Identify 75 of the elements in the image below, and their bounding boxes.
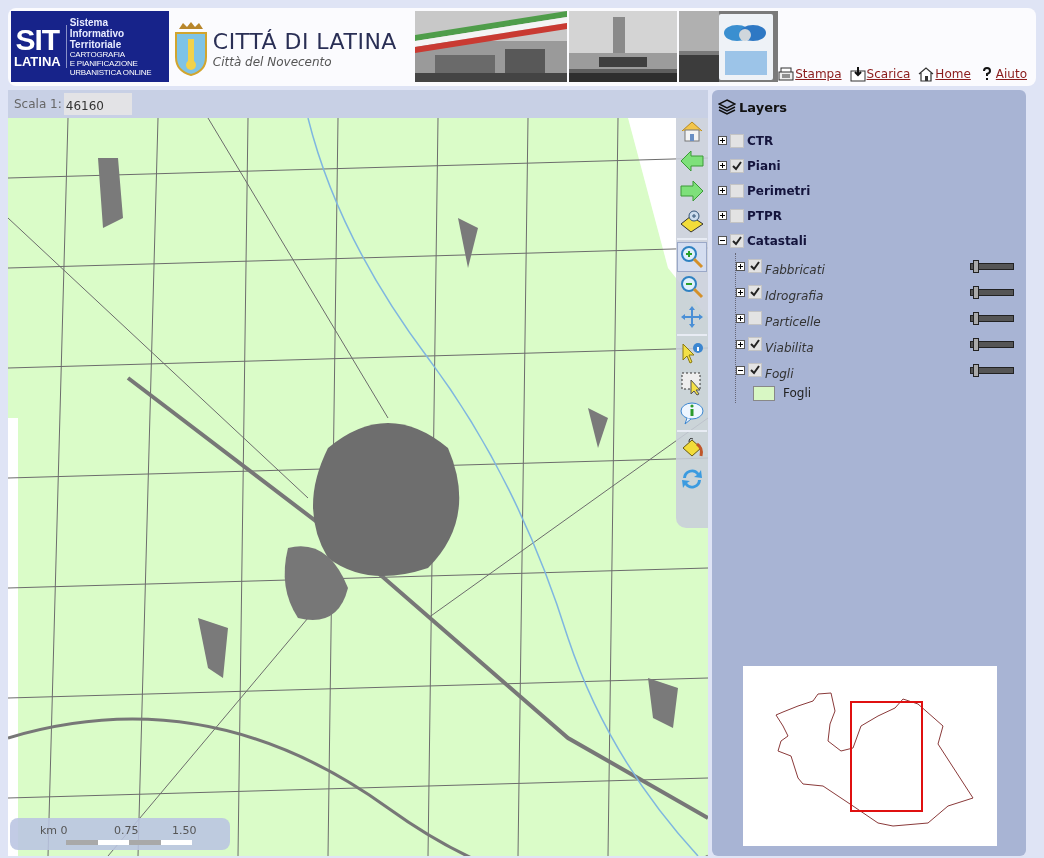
header-link[interactable]: Stampa: [778, 66, 842, 82]
expand-icon[interactable]: [736, 339, 745, 349]
checkbox[interactable]: [748, 259, 762, 273]
logo-title: SIT: [15, 25, 60, 55]
layer-label: Perimetri: [747, 183, 811, 198]
slider-thumb[interactable]: [972, 259, 979, 273]
map-tool-button[interactable]: [677, 242, 707, 272]
layers-icon: [718, 98, 736, 116]
scale-bar-label: km 0: [40, 824, 68, 837]
logo-tagline: E PIANIFICAZIONE: [69, 58, 139, 68]
opacity-slider[interactable]: [970, 340, 1014, 348]
expand-icon[interactable]: [718, 136, 727, 145]
slider-thumb[interactable]: [972, 311, 979, 325]
layer-label: Particelle: [765, 315, 822, 329]
logo-text: Territoriale: [69, 38, 123, 50]
layer-label: CTR: [747, 133, 774, 148]
layer-label: Catastali: [747, 233, 807, 248]
expand-icon[interactable]: [736, 287, 745, 297]
expand-icon[interactable]: [718, 161, 727, 170]
logo-tagline: CARTOGRAFIA: [69, 49, 126, 59]
left-arrow-icon: [679, 148, 705, 174]
collapse-icon[interactable]: [718, 236, 727, 245]
scale-bar-label: 0.75: [114, 824, 139, 837]
pointer-info-icon: [679, 340, 705, 366]
scale-bar-label: 1.50: [172, 824, 197, 837]
checkbox[interactable]: [730, 133, 744, 148]
header-link[interactable]: Home: [918, 66, 971, 82]
logo-text: Informativo: [69, 27, 126, 39]
info-bubble-icon: [679, 400, 705, 426]
layer-label: Fabbricati: [765, 263, 826, 277]
city-motto: Città del Novecento: [212, 54, 333, 69]
slider-thumb[interactable]: [972, 363, 979, 377]
logo-tagline: URBANISTICA ONLINE: [69, 67, 152, 77]
zoom-out-icon: [679, 274, 705, 300]
scale-label: Scala 1:: [14, 97, 62, 111]
opacity-slider[interactable]: [970, 314, 1014, 322]
layer-label: PTPR: [747, 208, 782, 223]
map-zoom-icon: [679, 208, 705, 234]
logo-text: Sistema: [69, 16, 110, 28]
legend-label: Fogli: [783, 386, 812, 400]
checkbox[interactable]: [748, 311, 762, 325]
printer-icon: [778, 66, 795, 82]
collapse-icon[interactable]: [736, 365, 745, 375]
checkbox[interactable]: [730, 183, 744, 198]
layer-label: Fogli: [765, 367, 795, 381]
right-arrow-icon: [679, 178, 705, 204]
checkbox[interactable]: [748, 285, 762, 299]
checkbox[interactable]: [730, 233, 744, 248]
checkbox[interactable]: [748, 337, 762, 351]
expand-icon[interactable]: [718, 211, 727, 220]
header-link[interactable]: Scarica: [849, 66, 911, 82]
checkbox[interactable]: [730, 208, 744, 223]
checkbox[interactable]: [730, 158, 744, 173]
layer-label: Viabilita: [765, 341, 815, 355]
opacity-slider[interactable]: [970, 288, 1014, 296]
coat-of-arms-icon: [172, 20, 209, 77]
header-link[interactable]: Aiuto: [978, 66, 1027, 82]
slider-thumb[interactable]: [972, 337, 979, 351]
layer-label: Idrografia: [765, 289, 825, 303]
zoom-in-icon: [679, 244, 705, 270]
download-icon: [849, 66, 866, 82]
layer-label: Piani: [747, 158, 781, 173]
home-icon: [918, 66, 935, 82]
scale-input[interactable]: 46160: [63, 93, 132, 115]
opacity-slider[interactable]: [970, 262, 1014, 270]
expand-icon[interactable]: [718, 186, 727, 195]
opacity-slider[interactable]: [970, 366, 1014, 374]
slider-thumb[interactable]: [972, 285, 979, 299]
panel-title: Layers: [739, 99, 788, 115]
expand-icon[interactable]: [736, 261, 745, 271]
checkbox[interactable]: [748, 363, 762, 377]
city-name: CITTÁ DI LATINA: [212, 28, 397, 55]
logo-subtitle: LATINA: [14, 55, 61, 68]
expand-icon[interactable]: [736, 313, 745, 323]
pan-arrows-icon: [679, 304, 705, 330]
